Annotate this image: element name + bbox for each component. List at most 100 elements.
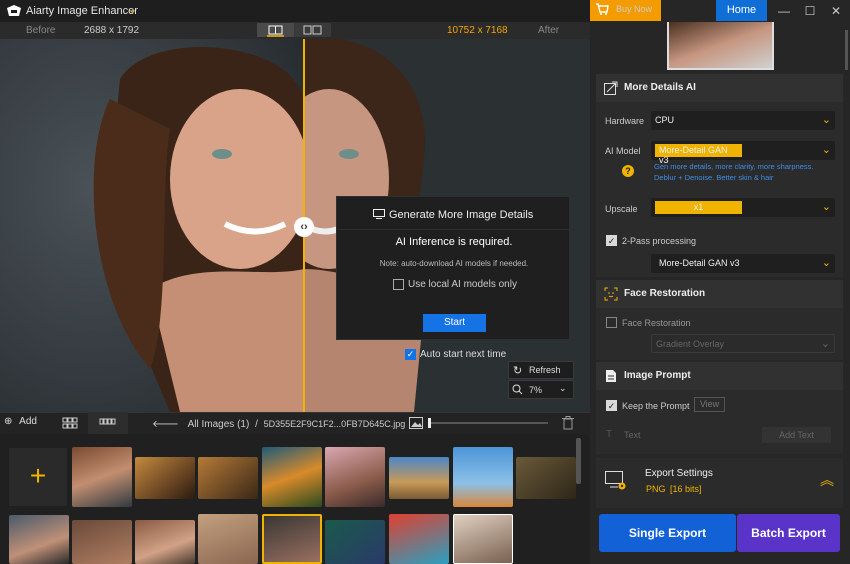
keep-prompt-label[interactable]: Keep the Prompt (622, 401, 690, 411)
view-button[interactable]: View (694, 397, 725, 412)
zoom-icon (512, 384, 523, 395)
thumbnail-image[interactable] (389, 457, 449, 499)
before-image (0, 39, 304, 412)
cart-icon (596, 3, 609, 15)
navigator-thumbnail[interactable] (667, 22, 774, 70)
split-view-icon (267, 25, 284, 37)
face-mode-select[interactable]: Gradient Overlay ⌄ (651, 334, 835, 353)
thumbnail-image[interactable] (9, 515, 69, 564)
more-details-header[interactable]: More Details AI (596, 74, 843, 102)
thumbnail-image[interactable] (198, 457, 258, 499)
after-label: After (538, 25, 560, 36)
add-image-tile[interactable]: + (9, 448, 67, 506)
face-restoration-label[interactable]: Face Restoration (622, 318, 691, 328)
face-restoration-header[interactable]: Face Restoration (596, 280, 843, 308)
auto-start-label[interactable]: Auto start next time (420, 349, 506, 360)
side-by-side-button[interactable] (294, 23, 331, 37)
thumbnail-size-slider[interactable] (409, 417, 549, 429)
more-details-section: More Details AI Hardware CPU ⌄ AI Model … (596, 74, 843, 277)
chevron-down-icon: ⌄ (821, 257, 831, 269)
thumbnail-image[interactable] (453, 514, 513, 564)
add-button[interactable]: ⊕ Add (4, 416, 37, 427)
thumbnail-image[interactable] (72, 447, 132, 507)
image-icon (409, 417, 423, 429)
side-by-side-icon (303, 25, 322, 35)
dialog-message: AI Inference is required. (395, 236, 513, 248)
back-arrow-icon[interactable]: 🡐 (152, 419, 179, 430)
close-button[interactable]: ✕ (826, 2, 846, 20)
upscale-value: x1 (655, 201, 742, 214)
two-pass-checkbox[interactable]: ✓ (606, 235, 617, 246)
trash-icon[interactable] (562, 416, 574, 430)
zoom-value: 7% (529, 385, 543, 395)
batch-export-button[interactable]: Batch Export (737, 514, 840, 552)
thumbnail-image[interactable] (72, 520, 132, 564)
chevron-up-icon[interactable]: ︽ (820, 470, 834, 490)
add-label: Add (19, 416, 37, 427)
chevron-down-icon: ⌄ (821, 114, 831, 126)
two-pass-model-select[interactable]: More-Detail GAN v3 ⌄ (651, 254, 835, 273)
breadcrumb-separator: / (255, 419, 258, 430)
document-icon (606, 370, 616, 382)
grid-large-icon[interactable] (62, 417, 78, 429)
monitor-icon (373, 209, 385, 219)
face-restoration-section: Face Restoration Face Restoration Gradie… (596, 280, 843, 360)
chevron-down-icon[interactable]: ⌄ (128, 3, 137, 16)
thumbnail-image[interactable] (135, 457, 195, 499)
buy-now-button[interactable]: Buy Now (590, 0, 661, 21)
section-title: Image Prompt (624, 370, 691, 381)
view-mode-toggle[interactable] (257, 23, 331, 37)
thumbnail-image[interactable] (325, 447, 385, 507)
before-dimensions: 2688 x 1792 (84, 25, 140, 36)
thumbnail-image[interactable] (516, 457, 576, 499)
face-restoration-checkbox[interactable] (606, 317, 617, 328)
export-settings-icon (605, 471, 626, 490)
section-title: More Details AI (624, 82, 696, 93)
start-button[interactable]: Start (423, 314, 486, 332)
face-scan-icon (604, 287, 618, 301)
thumbnail-image[interactable] (198, 514, 258, 564)
auto-start-checkbox[interactable]: ✓ (405, 349, 416, 360)
generate-details-dialog: Generate More Image Details AI Inference… (336, 196, 571, 340)
thumbnail-image[interactable] (325, 520, 385, 564)
export-settings[interactable]: Export Settings PNG [16 bits] ︽ (596, 458, 843, 508)
maximize-button[interactable]: ☐ (800, 2, 820, 20)
thumbnail-scrollbar[interactable] (576, 438, 581, 484)
two-pass-label[interactable]: 2-Pass processing (622, 236, 696, 246)
keep-prompt-checkbox[interactable]: ✓ (606, 400, 617, 411)
export-bits: [16 bits] (670, 484, 702, 494)
single-export-button[interactable]: Single Export (599, 514, 736, 552)
section-title: Face Restoration (624, 288, 706, 299)
refresh-icon: ↻ (513, 365, 523, 377)
hardware-select[interactable]: CPU ⌄ (651, 111, 835, 130)
ai-model-label: AI Model (605, 146, 641, 156)
split-view-button[interactable] (257, 23, 294, 37)
buy-now-label: Buy Now (616, 4, 653, 14)
help-icon[interactable]: ? (622, 165, 634, 177)
split-handle-icon[interactable]: ‹› (294, 217, 314, 237)
thumbnail-image[interactable] (262, 447, 322, 507)
local-models-checkbox[interactable] (393, 279, 404, 290)
two-pass-model-value: More-Detail GAN v3 (659, 258, 740, 268)
home-button[interactable]: Home (716, 0, 767, 21)
panel-scrollbar[interactable] (845, 30, 848, 70)
zoom-select[interactable]: 7% ⌄ (508, 380, 574, 399)
thumbnail-image[interactable] (389, 514, 449, 564)
add-text-button[interactable]: Add Text (762, 427, 831, 443)
grid-small-button[interactable] (88, 412, 128, 434)
export-settings-title: Export Settings (645, 468, 713, 479)
thumbnail-image[interactable] (453, 447, 513, 507)
thumbnail-image[interactable] (135, 520, 195, 564)
upscale-select[interactable]: x1 ⌄ (651, 198, 835, 217)
text-label: Text (624, 430, 641, 440)
ai-model-select[interactable]: More-Detail GAN v3 ⌄ (651, 141, 835, 165)
thumbnail-image-selected[interactable] (262, 514, 322, 564)
minimize-button[interactable]: — (774, 2, 794, 20)
app-logo-icon (7, 5, 21, 16)
app-title[interactable]: Aiarty Image Enhancer (26, 5, 138, 17)
slider-thumb[interactable] (428, 418, 431, 428)
all-images-link[interactable]: All Images (1) (188, 419, 250, 430)
local-models-label[interactable]: Use local AI models only (408, 279, 517, 290)
refresh-button[interactable]: ↻ Refresh (508, 361, 574, 379)
image-prompt-header[interactable]: Image Prompt (596, 362, 843, 390)
